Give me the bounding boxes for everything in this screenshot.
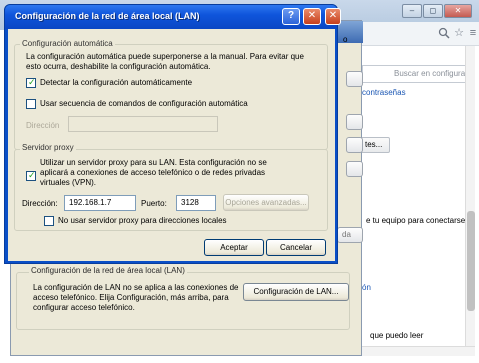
lan-group-description: La configuración de LAN no se aplica a l… (33, 283, 239, 312)
options-side-button[interactable] (346, 137, 363, 153)
proxy-port-field[interactable]: 3128 (176, 195, 216, 211)
auto-config-legend: Configuración automática (20, 39, 115, 48)
use-proxy-label: Utilizar un servidor proxy para su LAN. … (40, 158, 267, 187)
options-close-button[interactable]: ✕ (325, 8, 341, 25)
use-script-checkbox[interactable] (26, 99, 36, 109)
help-button[interactable]: ? (282, 8, 300, 25)
options-side-button[interactable] (346, 161, 363, 177)
browser-close-button[interactable]: ✕ (444, 4, 472, 18)
lan-dialog-body: Configuración automática La configuració… (8, 29, 335, 261)
script-address-label: Dirección (26, 121, 60, 130)
detect-settings-checkbox[interactable] (26, 77, 36, 88)
magnifier-icon[interactable] (438, 27, 450, 39)
maximize-button[interactable]: ◻ (423, 4, 443, 18)
lan-group-legend: Configuración de la red de área local (L… (29, 266, 187, 275)
ok-button[interactable]: Aceptar (204, 239, 264, 256)
menu-icon[interactable]: ≡ (467, 27, 479, 39)
read-text: que puedo leer (370, 331, 424, 340)
proxy-address-field[interactable]: 192.168.1.7 (64, 195, 136, 211)
use-proxy-checkbox[interactable] (26, 170, 36, 181)
use-script-label: Usar secuencia de comandos de configurac… (40, 99, 248, 108)
lan-settings-dialog: Configuración de la red de área local (L… (4, 4, 341, 264)
detect-settings-label: Detectar la configuración automáticament… (40, 78, 193, 87)
bypass-local-checkbox[interactable] (44, 216, 54, 226)
proxy-port-label: Puerto: (141, 199, 167, 208)
cancel-button[interactable]: Cancelar (266, 239, 326, 256)
proxy-address-label: Dirección: (22, 199, 58, 208)
connect-text: e tu equipo para conectarse (366, 216, 466, 225)
passwords-link[interactable]: contraseñas (362, 88, 406, 97)
bypass-local-label: No usar servidor proxy para direcciones … (58, 216, 227, 225)
browser-vertical-scrollbar[interactable] (465, 46, 475, 346)
options-side-button[interactable] (346, 114, 363, 130)
auto-config-description: La configuración automática puede superp… (26, 52, 304, 71)
options-side-button[interactable] (346, 71, 363, 87)
options-side-button[interactable]: da (337, 227, 363, 243)
advanced-button[interactable]: Opciones avanzadas... (223, 194, 309, 211)
close-button[interactable]: ✕ (303, 8, 321, 25)
settings-search-input[interactable]: Buscar en configuración (362, 65, 474, 83)
minimize-button[interactable]: – (402, 4, 422, 18)
proxy-legend: Servidor proxy (20, 143, 76, 152)
star-icon[interactable]: ☆ (453, 27, 465, 39)
lan-settings-button[interactable]: Configuración de LAN... (243, 283, 349, 301)
browser-horizontal-scrollbar[interactable] (360, 346, 475, 356)
lan-dialog-title: Configuración de la red de área local (L… (15, 11, 200, 21)
options-edge-text: o (343, 35, 348, 44)
script-address-field[interactable] (68, 116, 218, 132)
browser-link-fragment[interactable]: ón (362, 283, 371, 292)
